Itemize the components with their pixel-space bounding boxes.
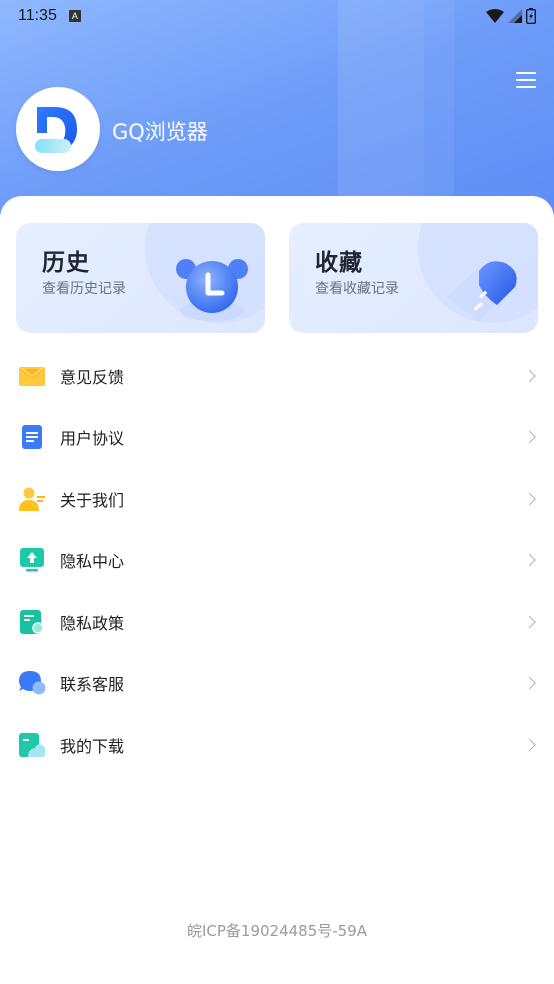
chevron-right-icon <box>523 430 536 444</box>
favorites-card[interactable]: 收藏 查看收藏记录 <box>289 223 538 333</box>
menu-label: 用户协议 <box>60 429 125 449</box>
wifi-icon <box>486 9 504 23</box>
card-title: 历史 <box>42 250 90 276</box>
chevron-right-icon <box>523 553 536 567</box>
chevron-right-icon <box>523 676 536 690</box>
signal-icon <box>508 9 522 23</box>
menu-list: 意见反馈 用户协议 关于我们 隐私中心 隐私政策 联系客服 我的下载 <box>0 345 554 776</box>
menu-item-about-us[interactable]: 关于我们 <box>0 468 554 530</box>
menu-item-feedback[interactable]: 意见反馈 <box>0 345 554 407</box>
chevron-right-icon <box>523 492 536 506</box>
card-subtitle: 查看历史记录 <box>42 281 126 297</box>
icp-footer: 皖ICP备19024485号-59A <box>186 922 368 940</box>
document-icon <box>18 423 46 451</box>
card-subtitle: 查看收藏记录 <box>315 281 399 297</box>
menu-label: 联系客服 <box>60 675 125 695</box>
envelope-icon <box>18 362 46 390</box>
menu-item-contact-support[interactable]: 联系客服 <box>0 653 554 715</box>
policy-doc-icon <box>18 608 46 636</box>
menu-label: 我的下载 <box>60 736 125 756</box>
history-card[interactable]: 历史 查看历史记录 <box>16 223 265 333</box>
menu-line <box>516 86 536 88</box>
menu-label: 隐私中心 <box>60 552 125 572</box>
status-bar: 11:35 A <box>0 0 554 32</box>
app-name: GQ浏览器 <box>112 120 208 144</box>
status-icons <box>486 8 536 24</box>
heart-icon <box>447 261 517 321</box>
menu-item-my-downloads[interactable]: 我的下载 <box>0 714 554 776</box>
menu-label: 隐私政策 <box>60 613 125 633</box>
menu-item-user-agreement[interactable]: 用户协议 <box>0 407 554 469</box>
chevron-right-icon <box>523 369 536 383</box>
chevron-right-icon <box>523 738 536 752</box>
hamburger-menu-button[interactable] <box>514 70 538 90</box>
menu-label: 关于我们 <box>60 490 125 510</box>
battery-icon <box>526 8 536 24</box>
download-folder-icon <box>18 731 46 759</box>
status-time: 11:35 <box>18 7 57 24</box>
chevron-right-icon <box>523 615 536 629</box>
alarm-clock-icon <box>176 259 248 321</box>
browser-logo-icon <box>35 107 77 153</box>
menu-line <box>516 72 536 74</box>
notification-badge: A <box>68 10 81 22</box>
menu-label: 意见反馈 <box>60 367 125 387</box>
menu-item-privacy-policy[interactable]: 隐私政策 <box>0 591 554 653</box>
app-logo <box>16 87 100 171</box>
user-icon <box>18 485 46 513</box>
menu-item-privacy-center[interactable]: 隐私中心 <box>0 530 554 592</box>
upload-monitor-icon <box>18 546 46 574</box>
menu-line <box>516 79 536 81</box>
card-title: 收藏 <box>315 250 363 276</box>
chat-bubble-icon <box>18 669 46 697</box>
